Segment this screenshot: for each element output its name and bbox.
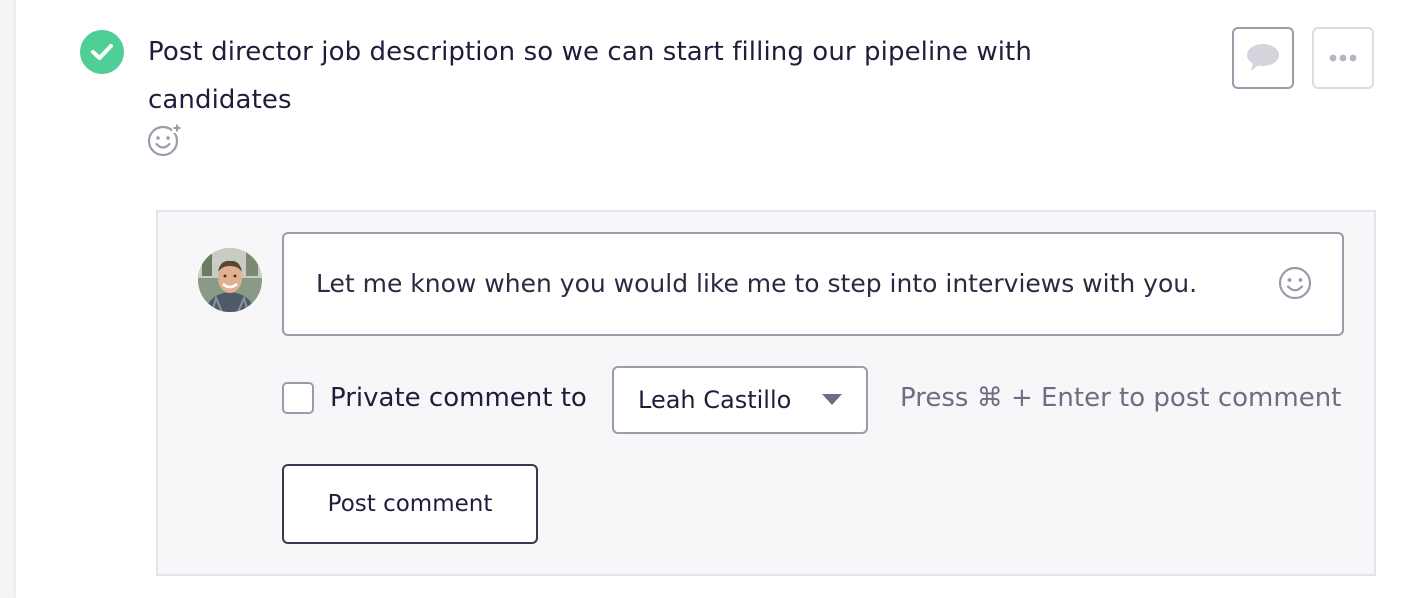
comment-input-text[interactable]: Let me know when you would like me to st… — [316, 234, 1197, 334]
more-options-button[interactable] — [1312, 27, 1374, 89]
comment-input[interactable]: Let me know when you would like me to st… — [282, 232, 1344, 336]
smiley-icon[interactable] — [1276, 264, 1314, 302]
speech-bubble-icon — [1247, 44, 1279, 71]
private-comment-checkbox[interactable] — [282, 382, 314, 414]
post-shortcut-hint: Press ⌘ + Enter to post comment — [900, 383, 1342, 413]
user-avatar — [198, 248, 262, 312]
chevron-down-icon — [822, 394, 842, 405]
comment-button[interactable] — [1232, 27, 1294, 89]
post-comment-button[interactable]: Post comment — [282, 464, 538, 544]
completed-checkmark-icon[interactable] — [80, 30, 124, 74]
recipient-value: Leah Castillo — [638, 386, 792, 414]
private-comment-label[interactable]: Private comment to — [330, 378, 587, 418]
task-title: Post director job description so we can … — [148, 37, 1032, 115]
add-reaction-icon[interactable] — [146, 122, 182, 158]
recipient-select[interactable]: Leah Castillo — [612, 366, 868, 434]
more-options-icon — [1329, 54, 1357, 62]
